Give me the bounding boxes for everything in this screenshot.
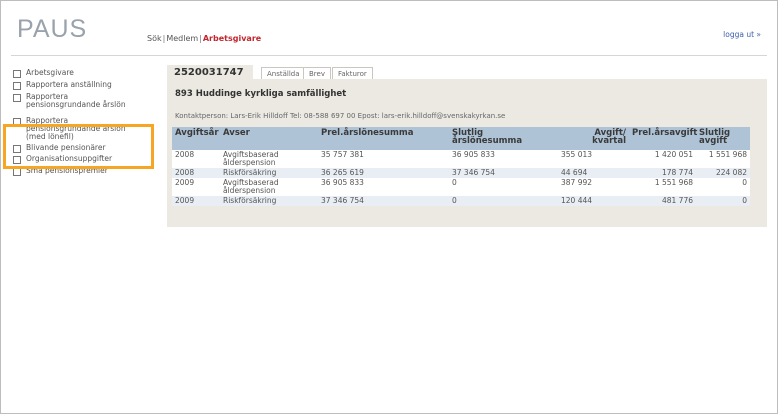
table-header-row: Avgiftsår Avser Prel.årslönesumma Slutli… (172, 127, 750, 150)
header-divider (11, 55, 767, 56)
cell-final-fee: 0 (696, 178, 750, 196)
col-header-final-fee[interactable]: Slutlig avgift (696, 127, 750, 150)
highlight-box (3, 124, 154, 169)
cell-concerns: Riskförsäkring (220, 196, 318, 206)
nav-separator: | (162, 34, 166, 43)
sidebar-item-report-salary[interactable]: Rapportera pensionsgrundande årslön (11, 93, 161, 109)
tab-employees[interactable]: Anställda (261, 67, 306, 79)
cell-prel-fee: 481 776 (629, 196, 696, 206)
checkbox-icon (13, 94, 21, 102)
cell-final-salary: 36 905 833 (449, 150, 558, 168)
cell-final-fee: 224 082 (696, 168, 750, 178)
employer-panel: 2520031747 Anställda Brev Fakturor 893 H… (167, 65, 767, 227)
top-nav: Sök|Medlem|Arbetsgivare (147, 34, 261, 43)
tab-invoices[interactable]: Fakturor (332, 67, 373, 79)
app-logo: PAUS (17, 15, 88, 43)
table-row: 2008 Riskförsäkring 36 265 619 37 346 75… (172, 168, 750, 178)
table-row: 2009 Riskförsäkring 37 346 754 0 120 444… (172, 196, 750, 206)
col-header-concerns[interactable]: Avser (220, 127, 318, 150)
cell-prel-fee: 1 551 968 (629, 178, 696, 196)
table-row: 2009 Avgiftsbaserad ålderspension 36 905… (172, 178, 750, 196)
cell-final-fee: 1 551 968 (696, 150, 750, 168)
contact-info: Kontaktperson: Lars-Erik Hilldoff Tel: 0… (175, 112, 506, 120)
col-header-year[interactable]: Avgiftsår (172, 127, 220, 150)
cell-year: 2008 (172, 168, 220, 178)
sidebar-item-label: Rapportera anställning (26, 80, 112, 89)
nav-member-link[interactable]: Medlem (166, 34, 198, 43)
sidebar-item-label: Rapportera pensionsgrundande årslön (26, 92, 126, 109)
cell-year: 2009 (172, 178, 220, 196)
page-frame: PAUS Sök|Medlem|Arbetsgivare logga ut » … (0, 0, 778, 414)
col-header-prel-salary[interactable]: Prel.årslönesumma (318, 127, 449, 150)
col-header-quarter-fee[interactable]: Avgift/ kvartal (558, 127, 629, 150)
tab-bar: 2520031747 Anställda Brev Fakturor (167, 65, 767, 79)
cell-prel-salary: 36 905 833 (318, 178, 449, 196)
cell-year: 2008 (172, 150, 220, 168)
cell-concerns: Avgiftsbaserad ålderspension (220, 178, 318, 196)
cell-final-salary: 0 (449, 178, 558, 196)
checkbox-icon (13, 168, 21, 176)
cell-quarter-fee: 120 444 (558, 196, 629, 206)
cell-quarter-fee: 44 694 (558, 168, 629, 178)
cell-prel-salary: 37 346 754 (318, 196, 449, 206)
nav-search-link[interactable]: Sök (147, 34, 162, 43)
table-row: 2008 Avgiftsbaserad ålderspension 35 757… (172, 150, 750, 168)
nav-separator: | (199, 34, 202, 43)
cell-prel-fee: 178 774 (629, 168, 696, 178)
checkbox-icon (13, 82, 21, 90)
fee-table: Avgiftsår Avser Prel.årslönesumma Slutli… (172, 127, 750, 206)
col-header-final-salary[interactable]: Slutlig årslönesumma (449, 127, 558, 150)
cell-final-fee: 0 (696, 196, 750, 206)
tab-letters[interactable]: Brev (303, 67, 331, 79)
cell-year: 2009 (172, 196, 220, 206)
checkbox-icon (13, 70, 21, 78)
logout-link[interactable]: logga ut » (723, 30, 761, 39)
cell-final-salary: 0 (449, 196, 558, 206)
cell-prel-fee: 1 420 051 (629, 150, 696, 168)
cell-final-salary: 37 346 754 (449, 168, 558, 178)
nav-employer-link[interactable]: Arbetsgivare (203, 34, 261, 43)
cell-quarter-fee: 355 013 (558, 150, 629, 168)
sidebar-item-report-employment[interactable]: Rapportera anställning (11, 81, 161, 90)
cell-quarter-fee: 387 992 (558, 178, 629, 196)
cell-prel-salary: 35 757 381 (318, 150, 449, 168)
cell-concerns: Avgiftsbaserad ålderspension (220, 150, 318, 168)
cell-concerns: Riskförsäkring (220, 168, 318, 178)
org-name: 893 Huddinge kyrkliga samfällighet (175, 89, 347, 99)
sidebar-item-employer[interactable]: Arbetsgivare (11, 69, 161, 78)
cell-prel-salary: 36 265 619 (318, 168, 449, 178)
sidebar-item-label: Arbetsgivare (26, 68, 74, 77)
org-number: 2520031747 (167, 65, 253, 79)
col-header-prel-fee[interactable]: Prel.årsavgift (629, 127, 697, 150)
